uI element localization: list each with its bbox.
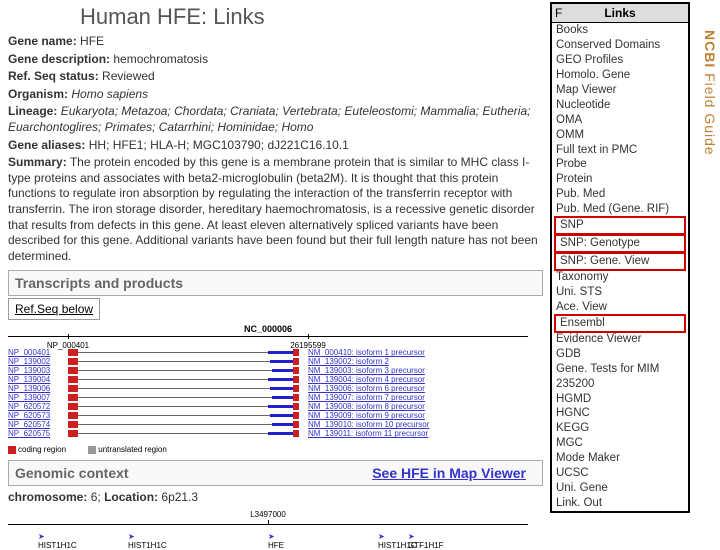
- gene-name-label: Gene name:: [8, 34, 77, 48]
- transcript-row: NP_139006 NM_139006: isoform 6 precursor: [8, 384, 528, 393]
- transcript-id-left[interactable]: NP_620573: [8, 411, 63, 420]
- legend: coding region untranslated region: [8, 445, 167, 454]
- summary-value: The protein encoded by this gene is a me…: [8, 155, 538, 263]
- link-item[interactable]: GDB: [552, 347, 688, 362]
- location-label: Location:: [104, 490, 158, 504]
- transcript-id-left[interactable]: NP_139002: [8, 357, 63, 366]
- transcript-row: NP_139003 NM_139003: isoform 3 precursor: [8, 366, 528, 375]
- main-content: Gene name: HFE Gene description: hemochr…: [8, 32, 543, 550]
- link-item[interactable]: OMA: [552, 113, 688, 128]
- refseq-below-link[interactable]: Ref.Seq below: [8, 298, 100, 320]
- transcript-id-right[interactable]: NM_139002: isoform 2: [308, 357, 389, 366]
- transcript-id-left[interactable]: NP_620575: [8, 429, 63, 438]
- gene-desc-label: Gene description:: [8, 52, 110, 66]
- transcript-row: NP_139007 NM_139007: isoform 7 precursor: [8, 393, 528, 402]
- organism-value: Homo sapiens: [71, 87, 148, 101]
- links-header: F Links: [552, 4, 688, 23]
- aliases-value: HH; HFE1; HLA-H; MGC103790; dJ221C16.10.…: [89, 138, 349, 152]
- link-item[interactable]: GEO Profiles: [552, 53, 688, 68]
- location-value: 6p21.3: [161, 490, 198, 504]
- transcript-id-right[interactable]: NM_139006: isoform 6 precursor: [308, 384, 425, 393]
- link-item[interactable]: Books: [552, 23, 688, 38]
- gene-mark: ➤HIST1H1C: [128, 532, 167, 550]
- link-item[interactable]: Homolo. Gene: [552, 68, 688, 83]
- transcript-id-left[interactable]: NP_139003: [8, 366, 63, 375]
- slide-title: Human HFE: Links: [80, 4, 265, 30]
- transcripts-header: Transcripts and products: [8, 270, 543, 296]
- link-item[interactable]: 235200: [552, 377, 688, 392]
- transcript-id-left[interactable]: NP_139004: [8, 375, 63, 384]
- transcript-id-right[interactable]: NM_139003: isoform 3 precursor: [308, 366, 425, 375]
- transcript-diagram: NC_000006 NP_000401 26195599 NP_000401NM…: [8, 324, 528, 454]
- link-item[interactable]: Mode Maker: [552, 451, 688, 466]
- transcript-id-right[interactable]: NM_139011: isoform 11 precursor: [308, 429, 428, 438]
- transcript-id-left[interactable]: NP_000401: [8, 348, 63, 357]
- transcript-id-right[interactable]: NM_139008: isoform 8 precursor: [308, 402, 425, 411]
- transcript-row: NP_620573 NM_139009: isoform 9 precursor: [8, 411, 528, 420]
- gene-desc-value: hemochromatosis: [113, 52, 208, 66]
- aliases-label: Gene aliases:: [8, 138, 85, 152]
- link-item[interactable]: Uni. Gene: [552, 481, 688, 496]
- links-panel: F Links BooksConserved DomainsGEO Profil…: [550, 2, 690, 513]
- lineage-label: Lineage:: [8, 104, 57, 118]
- chromosome-label: chromosome:: [8, 490, 87, 504]
- link-item[interactable]: HGMD: [552, 392, 688, 407]
- mapviewer-link[interactable]: See HFE in Map Viewer: [372, 465, 526, 481]
- link-item[interactable]: OMM: [552, 128, 688, 143]
- transcript-id-right[interactable]: NM_139009: isoform 9 precursor: [308, 411, 425, 420]
- link-item[interactable]: Gene. Tests for MIM: [552, 362, 688, 377]
- transcript-id-right[interactable]: NM_139007: isoform 7 precursor: [308, 393, 425, 402]
- link-item[interactable]: Probe: [552, 157, 688, 172]
- transcript-id-left[interactable]: NP_620574: [8, 420, 63, 429]
- gene-mark: ➤HFE: [268, 532, 284, 550]
- transcript-row: NP_620572 NM_139008: isoform 8 precursor: [8, 402, 528, 411]
- gene-mark: ➤GTF1H1F: [408, 532, 444, 550]
- gene-mark: ➤HIST1H1C: [38, 532, 77, 550]
- transcript-row: NP_620574 NM_139010: isoform 10 precursor: [8, 420, 528, 429]
- link-item[interactable]: SNP: Genotype: [554, 234, 686, 253]
- transcript-id-left[interactable]: NP_139006: [8, 384, 63, 393]
- link-item[interactable]: MGC: [552, 436, 688, 451]
- link-item[interactable]: Map Viewer: [552, 83, 688, 98]
- lineage-value: Eukaryota; Metazoa; Chordata; Craniata; …: [8, 104, 530, 134]
- link-item[interactable]: Full text in PMC: [552, 143, 688, 158]
- link-item[interactable]: HGNC: [552, 406, 688, 421]
- transcript-id-right[interactable]: NM_139010: isoform 10 precursor: [308, 420, 429, 429]
- link-item[interactable]: Ensembl: [554, 314, 686, 333]
- ncbi-field-guide-label: NCBI Field Guide: [694, 30, 718, 156]
- refseq-status-value: Reviewed: [102, 69, 155, 83]
- link-item[interactable]: Uni. STS: [552, 285, 688, 300]
- genomic-diagram: L3497000 ➤HIST1H1C➤HIST1H1C➤HFE➤HIST1H1C…: [8, 510, 528, 550]
- transcript-id-left[interactable]: NP_620572: [8, 402, 63, 411]
- link-item[interactable]: Link. Out: [552, 496, 688, 511]
- transcript-row: NP_620575 NM_139011: isoform 11 precursor: [8, 429, 528, 438]
- refseq-status-label: Ref. Seq status:: [8, 69, 99, 83]
- link-item[interactable]: Pub. Med: [552, 187, 688, 202]
- link-item[interactable]: UCSC: [552, 466, 688, 481]
- transcript-row: NP_139002 NM_139002: isoform 2: [8, 357, 528, 366]
- gene-name-value: HFE: [80, 34, 104, 48]
- link-item[interactable]: KEGG: [552, 421, 688, 436]
- summary-label: Summary:: [8, 155, 67, 169]
- genomic-context-header: Genomic context See HFE in Map Viewer: [8, 460, 543, 486]
- link-item[interactable]: SNP: Gene. View: [554, 252, 686, 271]
- transcript-id-right[interactable]: NM_139004: isoform 4 precursor: [308, 375, 425, 384]
- link-item[interactable]: Pub. Med (Gene. RIF): [552, 202, 688, 217]
- link-item[interactable]: Evidence Viewer: [552, 332, 688, 347]
- transcript-row: NP_000401 NM_000410: isoform 1 precursor: [8, 348, 528, 357]
- link-item[interactable]: Nucleotide: [552, 98, 688, 113]
- transcript-row: NP_139004 NM_139004: isoform 4 precursor: [8, 375, 528, 384]
- link-item[interactable]: Protein: [552, 172, 688, 187]
- link-item[interactable]: Conserved Domains: [552, 38, 688, 53]
- link-item[interactable]: Taxonomy: [552, 270, 688, 285]
- transcript-id-left[interactable]: NP_139007: [8, 393, 63, 402]
- link-item[interactable]: Ace. View: [552, 300, 688, 315]
- chromosome-value: 6;: [91, 490, 101, 504]
- organism-label: Organism:: [8, 87, 68, 101]
- chrom-label: NC_000006: [244, 324, 292, 334]
- transcript-id-right[interactable]: NM_000410: isoform 1 precursor: [308, 348, 425, 357]
- link-item[interactable]: SNP: [554, 216, 686, 235]
